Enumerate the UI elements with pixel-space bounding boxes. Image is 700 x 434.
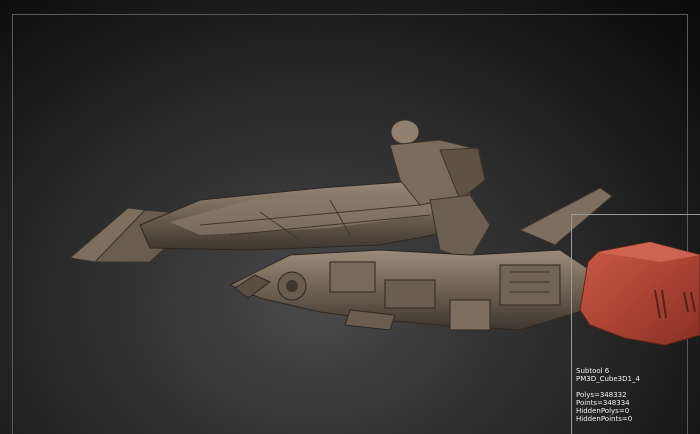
hidden-polys-count: HiddenPolys=0 bbox=[576, 407, 630, 415]
subtool-info-panel: Subtool 6 PM3D_Cube3D1_4 Polys=348332 Po… bbox=[576, 367, 640, 423]
polys-count: Polys=348332 bbox=[576, 391, 627, 399]
subtool-label: Subtool 6 bbox=[576, 367, 610, 375]
subtool-name: PM3D_Cube3D1_4 bbox=[576, 375, 640, 383]
canvas-viewport[interactable]: Subtool 6 PM3D_Cube3D1_4 Polys=348332 Po… bbox=[0, 0, 700, 434]
engine-block bbox=[228, 249, 591, 331]
hidden-points-count: HiddenPoints=0 bbox=[576, 415, 633, 423]
points-count: Points=348334 bbox=[576, 399, 630, 407]
